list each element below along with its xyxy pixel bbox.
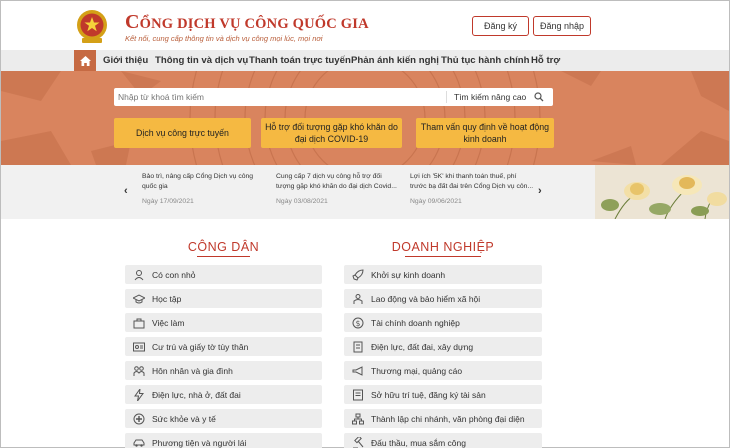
business-item-so-huu-tri-tue[interactable]: Sở hữu trí tuệ, đăng ký tài sản [344,385,542,404]
citizen-item-suc-khoe[interactable]: Sức khỏe và y tế [125,409,322,428]
business-item-label: Thành lập chi nhánh, văn phòng đại diện [371,413,525,424]
news-next-arrow-icon[interactable]: › [538,185,542,197]
graduation-cap-icon [133,293,145,305]
site-title-rest: ỔNG DỊCH VỤ CÔNG QUỐC GIA [139,16,369,32]
citizen-item-hon-nhan[interactable]: Hôn nhân và gia đình [125,361,322,380]
medical-icon [133,413,145,425]
citizen-item-viec-lam[interactable]: Việc làm [125,313,322,332]
covid-support-button[interactable]: Hỗ trợ đối tượng gặp khó khăn do đại dịc… [261,118,402,148]
nav-item-ho-tro[interactable]: Hỗ trợ [531,50,560,71]
citizen-item-hoc-tap[interactable]: Học tập [125,289,322,308]
business-item-chi-nhanh[interactable]: Thành lập chi nhánh, văn phòng đại diện [344,409,542,428]
lotus-flowers-icon [595,165,729,219]
citizen-item-label: Học tập [152,293,182,304]
search-icon[interactable] [534,92,544,102]
news-prev-arrow-icon[interactable]: ‹ [124,185,128,197]
national-emblem-icon[interactable] [75,8,109,44]
news-date: Ngày 17/09/2021 [142,198,194,205]
news-item[interactable]: Lợi ích '5K' khi thanh toán thuế, phí tr… [410,172,534,205]
news-date: Ngày 03/08/2021 [276,198,328,205]
citizen-item-label: Có con nhỏ [152,269,196,280]
citizen-title-underline [197,256,250,257]
citizen-item-label: Việc làm [152,317,185,328]
business-item-label: Tài chính doanh nghiệp [371,317,460,328]
business-item-tai-chinh[interactable]: $ Tài chính doanh nghiệp [344,313,542,332]
family-icon [133,365,145,377]
briefcase-icon [133,317,145,329]
lightning-icon [133,388,145,401]
business-item-khoi-su[interactable]: Khởi sự kinh doanh [344,265,542,284]
branch-icon [352,413,364,425]
business-item-dau-thau[interactable]: Đấu thầu, mua sắm công [344,433,542,448]
worker-icon [352,293,364,305]
login-button[interactable]: Đăng nhập [533,16,591,36]
building-icon [352,341,364,353]
car-icon [133,437,145,448]
site-title-initial: C [125,11,140,33]
megaphone-icon [352,365,364,377]
citizen-item-phuong-tien[interactable]: Phương tiện và người lái [125,433,322,448]
id-card-icon [133,341,145,353]
register-button[interactable]: Đăng ký [472,16,529,36]
site-subtitle: Kết nối, cung cấp thông tin và dịch vụ c… [125,34,323,43]
advanced-search-link[interactable]: Tìm kiếm nâng cao [454,88,526,106]
home-icon [79,55,91,66]
dollar-icon: $ [352,317,364,329]
rocket-icon [352,268,364,281]
svg-text:$: $ [356,318,361,327]
citizen-item-label: Cư trú và giấy tờ tùy thân [152,341,249,352]
business-item-label: Lao động và bảo hiểm xã hội [371,293,481,304]
business-item-label: Khởi sự kinh doanh [371,269,446,280]
gavel-icon [352,436,364,448]
nav-item-thu-tuc[interactable]: Thủ tục hành chính [441,50,529,71]
business-item-thuong-mai[interactable]: Thương mại, quảng cáo [344,361,542,380]
citizen-item-label: Điện lực, nhà ở, đất đai [152,389,241,400]
search-input[interactable] [118,88,418,106]
hero-banner: Tìm kiếm nâng cao Dịch vụ công trực tuyế… [1,71,729,165]
business-regulation-button[interactable]: Tham vấn quy định về hoạt động kinh doan… [416,118,554,148]
nav-item-thanh-toan[interactable]: Thanh toán trực tuyến [249,50,351,71]
news-title[interactable]: Bảo trì, nâng cấp Cổng Dịch vụ công quốc… [142,172,266,191]
nav-item-phan-anh[interactable]: Phản ánh kiến nghị [351,50,439,71]
business-item-label: Thương mại, quảng cáo [371,365,463,376]
news-title[interactable]: Lợi ích '5K' khi thanh toán thuế, phí tr… [410,172,534,191]
business-item-lao-dong[interactable]: Lao động và bảo hiểm xã hội [344,289,542,308]
news-item[interactable]: Cung cấp 7 dịch vụ công hỗ trợ đối tượng… [276,172,400,205]
search-divider [446,91,447,103]
citizen-item-cu-tru[interactable]: Cư trú và giấy tờ tùy thân [125,337,322,356]
home-nav-button[interactable] [74,50,96,71]
citizen-item-label: Phương tiện và người lái [152,437,247,448]
news-date: Ngày 09/06/2021 [410,198,462,205]
business-section-title: DOANH NGHIỆP [391,240,495,254]
online-services-button[interactable]: Dịch vụ công trực tuyến [114,118,251,148]
nav-item-gioi-thieu[interactable]: Giới thiệu [103,50,148,71]
business-item-label: Điện lực, đất đai, xây dựng [371,341,474,352]
news-carousel: ‹ Bảo trì, nâng cấp Cổng Dịch vụ công qu… [1,165,729,219]
search-bar: Tìm kiếm nâng cao [114,88,553,106]
citizen-item-label: Sức khỏe và y tế [152,413,216,424]
site-title[interactable]: CỔNG DỊCH VỤ CÔNG QUỐC GIA [125,11,369,34]
baby-icon [133,269,145,281]
news-item[interactable]: Bảo trì, nâng cấp Cổng Dịch vụ công quốc… [142,172,266,205]
citizen-section-title: CÔNG DÂN [187,240,260,254]
nav-item-thong-tin-dich-vu[interactable]: Thông tin và dịch vụ [155,50,248,71]
citizen-item-co-con-nho[interactable]: Có con nhỏ [125,265,322,284]
business-item-label: Đấu thầu, mua sắm công [371,437,466,448]
business-item-label: Sở hữu trí tuệ, đăng ký tài sản [371,389,486,400]
certificate-icon [352,389,364,401]
business-title-underline [405,256,481,257]
news-title[interactable]: Cung cấp 7 dịch vụ công hỗ trợ đối tượng… [276,172,400,191]
citizen-item-dien-luc[interactable]: Điện lực, nhà ở, đất đai [125,385,322,404]
business-item-dien-luc-dat-dai[interactable]: Điện lực, đất đai, xây dựng [344,337,542,356]
main-nav: Giới thiệu Thông tin và dịch vụ Thanh to… [1,50,729,71]
citizen-item-label: Hôn nhân và gia đình [152,365,233,376]
site-header: CỔNG DỊCH VỤ CÔNG QUỐC GIA Kết nối, cung… [1,1,729,48]
